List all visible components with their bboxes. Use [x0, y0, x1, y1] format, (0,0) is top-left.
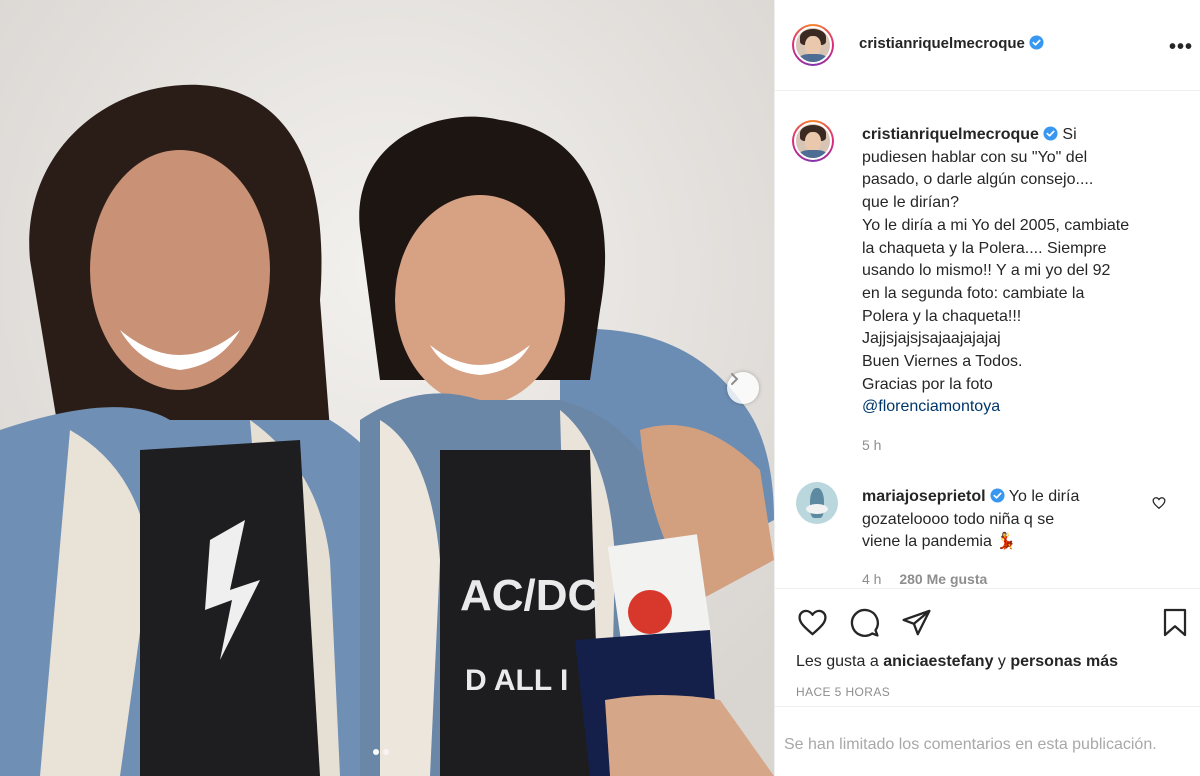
commenter-username[interactable]: mariajoseprietol	[862, 488, 1005, 505]
caption-mention-link[interactable]: @florenciamontoya	[862, 398, 1000, 415]
caption-author-avatar[interactable]	[792, 120, 834, 162]
caption-line: en la segunda foto: cambiate la	[862, 284, 1085, 302]
caption-line: pasado, o darle algún consejo....	[862, 171, 1094, 189]
post-photo[interactable]: AC/DC D ALL I	[0, 0, 774, 776]
like-heart-icon[interactable]	[797, 607, 828, 638]
caption-line: Gracias por la foto	[862, 375, 993, 393]
verified-badge-icon	[990, 488, 1005, 503]
post-caption: cristianriquelmecroque Si pudiesen habla…	[862, 124, 1172, 419]
post-header: cristianriquelmecroque •••	[775, 0, 1200, 91]
author-username[interactable]: cristianriquelmecroque	[859, 35, 1044, 52]
comment-line: viene la pandemia	[862, 533, 992, 551]
next-photo-button[interactable]	[727, 372, 759, 404]
save-bookmark-icon[interactable]	[1160, 607, 1190, 638]
comments-limited-text: Se han limitado los comentarios en esta …	[784, 736, 1157, 753]
carousel-dot	[383, 749, 389, 755]
post-timestamp[interactable]: HACE 5 HORAS	[796, 685, 890, 699]
caption-line: Si	[1062, 126, 1077, 143]
post-actions: Les gusta a aniciaestefany y personas má…	[775, 588, 1200, 706]
author-avatar[interactable]	[792, 24, 834, 66]
caption-line: que le dirían?	[862, 194, 959, 212]
caption-username[interactable]: cristianriquelmecroque	[862, 126, 1058, 143]
comment-body: mariajoseprietol Yo le diría gozateloooo…	[862, 486, 1142, 554]
carousel-dot-active	[373, 749, 379, 755]
svg-text:D ALL I: D ALL I	[465, 664, 568, 697]
commenter-avatar[interactable]	[796, 482, 838, 524]
more-options-icon[interactable]: •••	[1169, 36, 1193, 59]
comment-line: Yo le diría	[1008, 488, 1080, 505]
likes-others-link[interactable]: personas más	[1010, 653, 1118, 670]
comments-area: cristianriquelmecroque Si pudiesen habla…	[775, 91, 1200, 588]
caption-line: Yo le diría a mi Yo del 2005, cambiate	[862, 216, 1130, 234]
comment-timestamp[interactable]: 4 h	[862, 571, 881, 587]
likes-prefix: Les gusta a	[796, 653, 879, 670]
caption-line: usando lo mismo!! Y a mi yo del 92	[862, 262, 1111, 280]
verified-badge-icon	[1029, 35, 1044, 50]
like-comment-heart-icon[interactable]	[1152, 496, 1166, 510]
caption-timestamp[interactable]: 5 h	[862, 437, 881, 453]
caption-line: Buen Viernes a Todos.	[862, 353, 1023, 371]
comment-bubble-icon[interactable]	[849, 607, 880, 638]
svg-text:AC/DC: AC/DC	[460, 571, 599, 620]
dancer-emoji: 💃	[996, 533, 1017, 551]
caption-line: la chaqueta y la Polera.... Siempre	[862, 239, 1107, 257]
photo-illustration: AC/DC D ALL I	[0, 0, 774, 776]
caption-line: Jajjsjajsjsajaajajajaj	[862, 330, 1001, 348]
comment-line: gozateloooo todo niña q se	[862, 510, 1055, 528]
carousel-dots	[373, 749, 389, 755]
verified-badge-icon	[1043, 126, 1058, 141]
likes-mid: y	[997, 653, 1006, 670]
likes-summary: Les gusta a aniciaestefany y personas má…	[796, 653, 1118, 671]
share-paper-plane-icon[interactable]	[901, 607, 932, 638]
post-side-panel: cristianriquelmecroque ••• cristianrique…	[774, 0, 1200, 776]
caption-line: Polera y la chaqueta!!!	[862, 307, 1022, 325]
comment-meta: 4 h 280 Me gusta	[862, 571, 987, 587]
comment-likes-count[interactable]: 280 Me gusta	[899, 571, 987, 587]
likes-user-link[interactable]: aniciaestefany	[883, 653, 993, 670]
chevron-right-icon	[731, 373, 739, 385]
comments-limited-notice: Se han limitado los comentarios en esta …	[775, 706, 1200, 776]
caption-line: pudiesen hablar con su "Yo" del	[862, 148, 1088, 166]
